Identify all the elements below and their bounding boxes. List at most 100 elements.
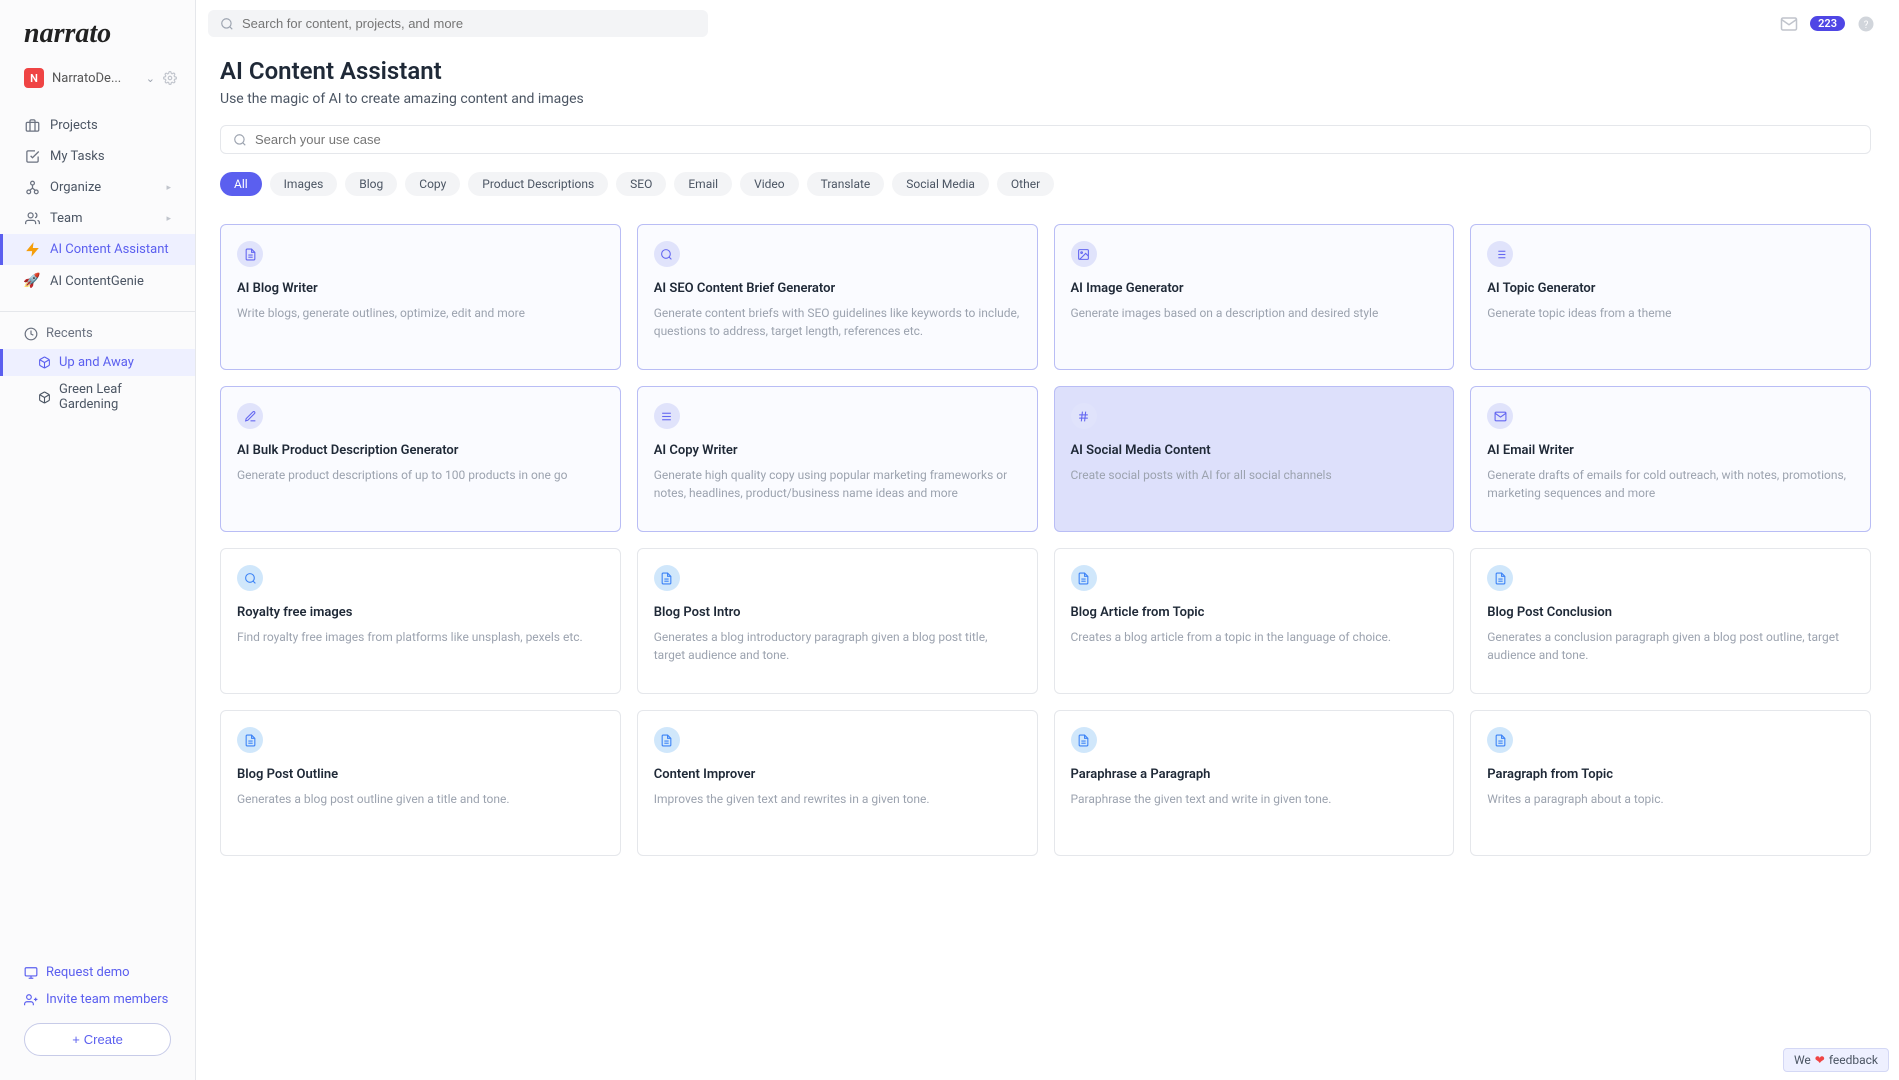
filter-chip-all[interactable]: All — [220, 172, 262, 196]
page-subtitle: Use the magic of AI to create amazing co… — [220, 91, 1871, 107]
card-description: Paraphrase the given text and write in g… — [1071, 790, 1438, 808]
card-title: Blog Post Outline — [237, 767, 604, 782]
plus-icon: + — [72, 1032, 80, 1047]
template-card[interactable]: AI Social Media Content Create social pos… — [1054, 386, 1455, 532]
card-description: Generates a conclusion paragraph given a… — [1487, 628, 1854, 664]
sidebar-item-organize[interactable]: Organize ▸ — [0, 172, 195, 203]
workspace-selector[interactable]: N NarratoDe... ⌄ — [0, 62, 195, 102]
template-card[interactable]: Royalty free imagesFind royalty free ima… — [220, 548, 621, 694]
image-icon — [1071, 241, 1097, 267]
chevron-right-icon: ▸ — [166, 214, 171, 224]
sidebar-item-ai-content-assistant[interactable]: AI Content Assistant — [0, 234, 195, 265]
clock-icon — [24, 327, 38, 341]
card-title: Blog Post Conclusion — [1487, 605, 1854, 620]
user-plus-icon — [24, 993, 38, 1007]
card-title: Royalty free images — [237, 605, 604, 620]
sidebar-item-team[interactable]: Team▸ — [0, 203, 195, 234]
sidebar-item-ai-contentgenie[interactable]: 🚀AI ContentGenie — [0, 265, 195, 297]
chevron-right-icon: ▸ — [166, 183, 171, 193]
rocket-icon: 🚀 — [24, 273, 40, 289]
check-icon — [24, 149, 40, 164]
help-icon[interactable]: ? — [1857, 15, 1875, 33]
template-card[interactable]: AI Topic GeneratorGenerate topic ideas f… — [1470, 224, 1871, 370]
card-title: AI SEO Content Brief Generator — [654, 281, 1021, 296]
global-search-input[interactable] — [242, 16, 696, 31]
card-title: AI Copy Writer — [654, 443, 1021, 458]
sidebar-item-my-tasks[interactable]: My Tasks — [0, 141, 195, 172]
filter-chip-social-media[interactable]: Social Media — [892, 172, 989, 196]
card-title: Blog Article from Topic — [1071, 605, 1438, 620]
template-card[interactable]: AI Blog WriterWrite blogs, generate outl… — [220, 224, 621, 370]
card-title: Paraphrase a Paragraph — [1071, 767, 1438, 782]
card-title: AI Topic Generator — [1487, 281, 1854, 296]
template-card[interactable]: Paraphrase a Paragraph Paraphrase the giv… — [1054, 710, 1455, 856]
hash-icon — [1071, 403, 1097, 429]
template-card[interactable]: AI Copy Writer Generate high quality copy… — [637, 386, 1038, 532]
cube-icon — [38, 356, 51, 369]
nav-label: Organize — [50, 180, 101, 195]
card-title: Content Improver — [654, 767, 1021, 782]
template-card[interactable]: Blog Post Conclusion Generates a conclusi… — [1470, 548, 1871, 694]
filter-chip-images[interactable]: Images — [270, 172, 338, 196]
filter-chip-translate[interactable]: Translate — [807, 172, 885, 196]
doc-icon — [1487, 565, 1513, 591]
request-demo-label: Request demo — [46, 965, 130, 980]
use-case-search-input[interactable] — [255, 132, 1858, 147]
feedback-button[interactable]: We ❤ feedback — [1783, 1048, 1889, 1072]
nav-label: My Tasks — [50, 149, 105, 164]
filter-chip-other[interactable]: Other — [997, 172, 1054, 196]
doc-icon — [1487, 727, 1513, 753]
mail-icon — [1487, 403, 1513, 429]
template-card[interactable]: Blog Post Outline Generates a blog post o… — [220, 710, 621, 856]
recent-item[interactable]: Up and Away — [0, 349, 195, 376]
filter-chip-product-descriptions[interactable]: Product Descriptions — [468, 172, 608, 196]
template-card[interactable]: AI SEO Content Brief GeneratorGenerate c… — [637, 224, 1038, 370]
recent-label: Green Leaf Gardening — [59, 382, 171, 412]
mail-icon[interactable] — [1780, 15, 1798, 33]
filter-chip-video[interactable]: Video — [740, 172, 799, 196]
sidebar-item-projects[interactable]: Projects — [0, 110, 195, 141]
invite-team-link[interactable]: Invite team members — [24, 986, 171, 1013]
workspace-name: NarratoDe... — [52, 71, 138, 86]
global-search[interactable] — [208, 10, 708, 37]
filter-chip-copy[interactable]: Copy — [405, 172, 460, 196]
search-icon — [237, 565, 263, 591]
gear-icon[interactable] — [163, 71, 177, 85]
recent-label: Up and Away — [59, 355, 134, 370]
template-card[interactable]: Content Improver Improves the given text … — [637, 710, 1038, 856]
template-card[interactable]: Blog Post IntroGenerates a blog introduc… — [637, 548, 1038, 694]
tag-icon — [237, 403, 263, 429]
svg-text:?: ? — [1864, 19, 1869, 30]
card-description: Generates a blog post outline given a ti… — [237, 790, 604, 808]
recent-item[interactable]: Green Leaf Gardening — [0, 376, 195, 418]
request-demo-link[interactable]: Request demo — [24, 959, 171, 986]
card-description: Generate high quality copy using popular… — [654, 466, 1021, 502]
card-title: AI Image Generator — [1071, 281, 1438, 296]
search-icon — [233, 133, 247, 147]
notification-badge[interactable]: 223 — [1810, 16, 1845, 31]
doc-icon — [1071, 565, 1097, 591]
template-card[interactable]: AI Image GeneratorGenerate images based … — [1054, 224, 1455, 370]
card-title: AI Bulk Product Description Generator — [237, 443, 604, 458]
nav-label: AI Content Assistant — [50, 242, 169, 257]
card-title: AI Social Media Content — [1071, 443, 1438, 458]
template-card[interactable]: AI Email WriterGenerate drafts of emails… — [1470, 386, 1871, 532]
workspace-initial: N — [24, 68, 44, 88]
recents-label: Recents — [46, 326, 93, 341]
doc-icon — [654, 565, 680, 591]
card-title: Paragraph from Topic — [1487, 767, 1854, 782]
card-description: Improves the given text and rewrites in … — [654, 790, 1021, 808]
use-case-search[interactable] — [220, 125, 1871, 154]
bolt-icon — [24, 242, 40, 257]
filter-chip-email[interactable]: Email — [674, 172, 732, 196]
create-button[interactable]: +Create — [24, 1023, 171, 1056]
card-description: Create social posts with AI for all soci… — [1071, 466, 1438, 484]
card-description: Writes a paragraph about a topic. — [1487, 790, 1854, 808]
filter-chip-blog[interactable]: Blog — [345, 172, 397, 196]
filter-chip-seo[interactable]: SEO — [616, 172, 666, 196]
template-card[interactable]: AI Bulk Product Description GeneratorGen… — [220, 386, 621, 532]
recents-header: Recents — [0, 318, 195, 349]
card-description: Creates a blog article from a topic in t… — [1071, 628, 1438, 646]
template-card[interactable]: Blog Article from Topic Creates a blog ar… — [1054, 548, 1455, 694]
template-card[interactable]: Paragraph from Topic Writes a paragraph a… — [1470, 710, 1871, 856]
